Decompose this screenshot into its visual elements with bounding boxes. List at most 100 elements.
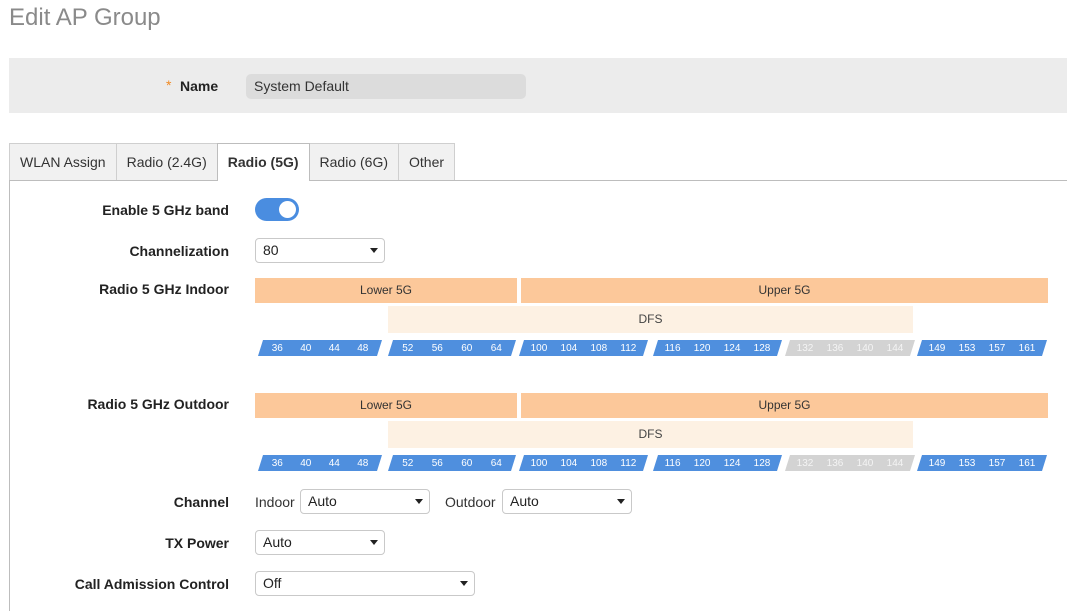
enable-band-label: Enable 5 GHz band xyxy=(102,202,229,218)
channel-number: 100 xyxy=(530,457,548,469)
indoor-lower-band: Lower 5G xyxy=(255,278,517,303)
channel-number: 36 xyxy=(271,342,283,354)
channel-number: 64 xyxy=(490,457,502,469)
name-input[interactable]: System Default xyxy=(246,74,526,99)
indoor-label: Radio 5 GHz Indoor xyxy=(99,281,229,297)
channel-number: 136 xyxy=(826,457,844,469)
channelization-select[interactable]: 80 xyxy=(255,238,385,263)
enable-band-toggle[interactable] xyxy=(255,198,299,221)
outdoor-channel-group[interactable]: 36 40 44 48 xyxy=(258,455,382,471)
name-label: Name xyxy=(180,78,219,94)
channel-number: 161 xyxy=(1018,342,1036,354)
channelization-value: 80 xyxy=(263,242,279,258)
channel-number: 120 xyxy=(693,457,711,469)
tab-other[interactable]: Other xyxy=(398,143,456,180)
tab-radio-5g[interactable]: Radio (5G) xyxy=(216,143,310,181)
channel-label: Channel xyxy=(173,494,229,510)
channel-number: 157 xyxy=(988,457,1006,469)
tx-power-select[interactable]: Auto xyxy=(255,530,385,555)
toggle-knob xyxy=(279,201,296,218)
outdoor-upper-band: Upper 5G xyxy=(521,393,1048,418)
outdoor-channel-row: 36 40 44 48 52 56 60 64 100 104 108 112 116 120 124… xyxy=(255,455,1048,471)
channel-number: 40 xyxy=(300,342,312,354)
channel-number: 36 xyxy=(271,457,283,469)
channel-number: 132 xyxy=(796,342,814,354)
outdoor-channel-label: Outdoor xyxy=(445,494,496,510)
channel-number: 116 xyxy=(664,457,681,469)
channel-number: 153 xyxy=(958,342,976,354)
channel-number: 44 xyxy=(328,457,340,469)
channel-number: 132 xyxy=(796,457,814,469)
channel-number: 44 xyxy=(328,342,340,354)
channel-number: 56 xyxy=(431,342,443,354)
indoor-dfs-band: DFS xyxy=(388,306,913,333)
channel-number: 112 xyxy=(620,457,637,469)
cac-value: Off xyxy=(263,575,282,591)
outdoor-lower-band: Lower 5G xyxy=(255,393,517,418)
channel-number: 60 xyxy=(461,342,473,354)
channel-number: 149 xyxy=(928,342,946,354)
channel-number: 116 xyxy=(664,342,681,354)
required-mark: * xyxy=(166,77,172,93)
channel-number: 112 xyxy=(620,342,637,354)
channel-number: 140 xyxy=(856,342,874,354)
tab-wlan-assign[interactable]: WLAN Assign xyxy=(9,143,117,180)
outdoor-channel-value: Auto xyxy=(510,493,539,509)
indoor-channel-select[interactable]: Auto xyxy=(300,489,430,514)
outdoor-channel-group[interactable]: 132 136 140 144 xyxy=(785,455,915,471)
tx-power-label: TX Power xyxy=(165,535,229,551)
channel-number: 108 xyxy=(590,457,608,469)
chevron-down-icon xyxy=(415,499,423,504)
outdoor-channel-group[interactable]: 52 56 60 64 xyxy=(388,455,516,471)
channel-number: 108 xyxy=(590,342,608,354)
outdoor-channel-group[interactable]: 100 104 108 112 xyxy=(519,455,648,471)
channel-number: 52 xyxy=(402,342,414,354)
outdoor-channel-group[interactable]: 149 153 157 161 xyxy=(917,455,1047,471)
chevron-down-icon xyxy=(617,499,625,504)
indoor-upper-band: Upper 5G xyxy=(521,278,1048,303)
outdoor-dfs-band: DFS xyxy=(388,421,913,448)
tab-radio-6g[interactable]: Radio (6G) xyxy=(308,143,399,180)
channel-number: 124 xyxy=(723,457,741,469)
outdoor-label: Radio 5 GHz Outdoor xyxy=(87,396,229,412)
indoor-channel-group[interactable]: 116 120 124 128 xyxy=(653,340,782,356)
tx-power-value: Auto xyxy=(263,534,292,550)
tab-radio-24g[interactable]: Radio (2.4G) xyxy=(115,143,218,180)
channel-number: 104 xyxy=(560,457,578,469)
channel-number: 140 xyxy=(856,457,874,469)
channel-number: 136 xyxy=(826,342,844,354)
channel-number: 40 xyxy=(300,457,312,469)
chevron-down-icon xyxy=(370,248,378,253)
channel-number: 161 xyxy=(1018,457,1036,469)
channelization-label: Channelization xyxy=(129,243,229,259)
channel-number: 48 xyxy=(357,342,369,354)
channel-number: 120 xyxy=(693,342,711,354)
channel-number: 157 xyxy=(988,342,1006,354)
channel-number: 52 xyxy=(402,457,414,469)
outdoor-channel-group[interactable]: 116 120 124 128 xyxy=(653,455,782,471)
channel-number: 144 xyxy=(886,342,904,354)
indoor-channel-group[interactable]: 52 56 60 64 xyxy=(388,340,516,356)
cac-label: Call Admission Control xyxy=(74,576,229,592)
channel-number: 128 xyxy=(753,342,771,354)
outdoor-channel-select[interactable]: Auto xyxy=(502,489,632,514)
indoor-channel-row: 36 40 44 48 52 56 60 64 100 104 108 112 116 120 124… xyxy=(255,340,1048,356)
chevron-down-icon xyxy=(370,540,378,545)
channel-number: 100 xyxy=(530,342,548,354)
indoor-channel-group[interactable]: 100 104 108 112 xyxy=(519,340,648,356)
indoor-channel-value: Auto xyxy=(308,493,337,509)
indoor-channel-group[interactable]: 36 40 44 48 xyxy=(258,340,382,356)
channel-number: 104 xyxy=(560,342,578,354)
tab-bar: WLAN Assign Radio (2.4G) Radio (5G) Radi… xyxy=(9,143,456,181)
indoor-channel-label: Indoor xyxy=(255,494,295,510)
channel-number: 60 xyxy=(461,457,473,469)
channel-number: 48 xyxy=(357,457,369,469)
indoor-channel-group[interactable]: 149 153 157 161 xyxy=(917,340,1047,356)
channel-number: 144 xyxy=(886,457,904,469)
indoor-channel-group[interactable]: 132 136 140 144 xyxy=(785,340,915,356)
cac-select[interactable]: Off xyxy=(255,571,475,596)
channel-number: 64 xyxy=(490,342,502,354)
channel-number: 153 xyxy=(958,457,976,469)
channel-number: 124 xyxy=(723,342,741,354)
page-title: Edit AP Group xyxy=(9,4,161,31)
